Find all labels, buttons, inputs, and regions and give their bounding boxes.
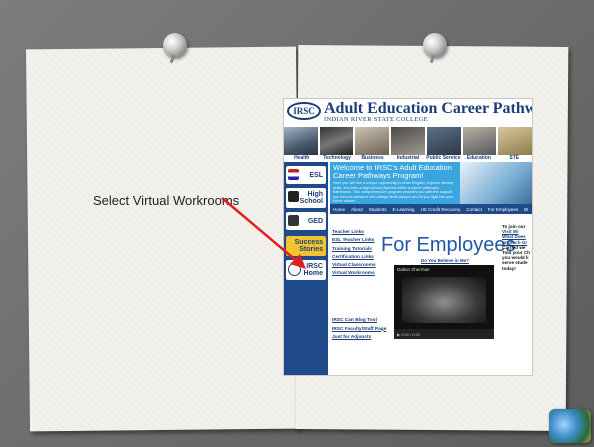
link-certification-links[interactable]: Certification Links [332, 255, 376, 263]
video-controls[interactable]: ▶ 0:00 / 0:00 [394, 329, 494, 339]
category-photo[interactable] [462, 127, 497, 155]
right-info-text: serve stude [502, 260, 528, 266]
sidebar-item-esl[interactable]: ESL [286, 166, 326, 184]
category-photo[interactable] [355, 127, 390, 155]
video-player[interactable]: Dalton Sherman ▶ 0:00 / 0:00 [394, 265, 494, 339]
category-photo[interactable] [284, 127, 318, 155]
irsc-logo[interactable]: IRSC [287, 102, 321, 120]
category-label[interactable]: Public Service [426, 155, 461, 162]
thumbtack-icon [423, 33, 447, 57]
category-label[interactable]: Technology [319, 155, 354, 162]
instruction-text: Select Virtual Workrooms [93, 193, 240, 208]
top-navigation: Home About Students E-Learning HS Credit… [330, 204, 532, 214]
nav-item-bi[interactable]: BI [521, 207, 531, 212]
site-header: IRSC Adult Education Career Pathways IND… [284, 99, 532, 125]
globe-icon [549, 409, 591, 443]
category-label[interactable]: Education [461, 155, 496, 162]
link-training-tutorials[interactable]: Training Tutorials [332, 247, 376, 255]
welcome-text: Here you will find a unique opportunity … [333, 181, 454, 203]
nav-item-for-employees[interactable]: For Employees [485, 207, 521, 212]
video-caption[interactable]: Do You Believe in Me? [421, 258, 469, 263]
category-label[interactable]: Business [355, 155, 390, 162]
link-just-for-adjuncts[interactable]: Just for Adjuncts [332, 335, 386, 344]
category-photo[interactable] [426, 127, 461, 155]
website-screenshot: IRSC Adult Education Career Pathways IND… [283, 98, 533, 376]
category-label[interactable]: Industrial [390, 155, 425, 162]
video-frame [402, 277, 486, 323]
video-title: Dalton Sherman [397, 267, 430, 272]
nav-item-home[interactable]: Home [330, 207, 348, 212]
nav-item-students[interactable]: Students [366, 207, 390, 212]
link-faculty-staff-page[interactable]: IRSC Faculty/Staff Page [332, 327, 386, 336]
page-heading: For Employees [381, 234, 516, 256]
right-info-column: To join our Visit Wi What Does to Teach … [502, 224, 532, 271]
category-photo-strip [284, 127, 532, 155]
link-virtual-workrooms[interactable]: Virtual Workrooms [332, 271, 376, 279]
employee-links: Teacher Links ESL Teacher Links Training… [332, 230, 376, 280]
nav-item-e-learning[interactable]: E-Learning [390, 207, 418, 212]
employee-links-secondary: IRSC Can Blog Tool IRSC Faculty/Staff Pa… [332, 318, 386, 344]
category-label[interactable]: Health [284, 155, 319, 162]
site-subtitle: INDIAN RIVER STATE COLLEGE [324, 116, 428, 123]
video-time: 0:00 / 0:00 [401, 331, 421, 337]
link-esl-teacher-links[interactable]: ESL Teacher Links [332, 238, 376, 246]
right-info-text: today! [502, 265, 516, 271]
nav-item-contact[interactable]: Contact [463, 207, 485, 212]
category-photo[interactable] [498, 127, 532, 155]
red-arrow-icon [221, 197, 306, 269]
flag-icon [288, 169, 299, 180]
thumbtack-icon [163, 33, 187, 57]
welcome-banner: Welcome to IRSC's Adult Education Career… [330, 162, 532, 204]
link-irsc-can-blog-tool[interactable]: IRSC Can Blog Tool [332, 318, 386, 327]
nav-item-hs-credit-recovery[interactable]: HS Credit Recovery [418, 207, 464, 212]
category-photo[interactable] [391, 127, 425, 155]
category-label[interactable]: STE [497, 155, 532, 162]
category-photo[interactable] [319, 127, 354, 155]
welcome-photo [460, 162, 532, 204]
welcome-title: Welcome to IRSC's Adult Education Career… [333, 163, 452, 180]
nav-item-about[interactable]: About [348, 207, 366, 212]
category-labels: Health Technology Business Industrial Pu… [284, 155, 532, 162]
